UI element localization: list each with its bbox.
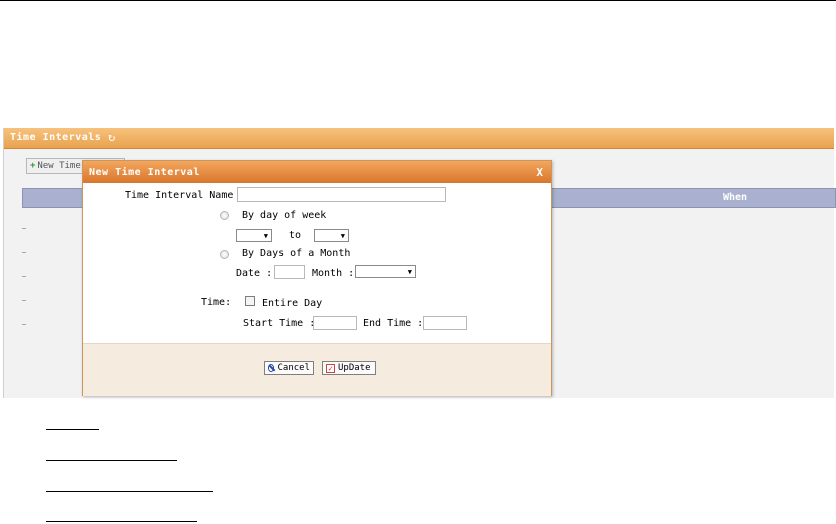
- by-days-of-month-radio[interactable]: [220, 250, 229, 259]
- new-button-label: New Time: [37, 161, 81, 171]
- month-select[interactable]: ▼: [355, 265, 416, 278]
- plus-icon: +: [30, 161, 36, 171]
- new-time-interval-dialog: New Time Interval X Time Interval Name :…: [82, 160, 552, 396]
- start-time-label: Start Time :: [243, 318, 316, 329]
- link-underline[interactable]: [46, 429, 99, 430]
- dialog-footer: Cancel ✓ UpDate: [83, 343, 551, 396]
- dialog-header: New Time Interval X: [83, 161, 551, 183]
- weekday-to-select[interactable]: ▼: [314, 229, 349, 242]
- dialog-title: New Time Interval: [89, 167, 200, 178]
- close-icon[interactable]: X: [536, 166, 543, 179]
- by-day-of-week-label: By day of week: [242, 210, 327, 221]
- weekday-from-select[interactable]: ▼: [236, 229, 272, 242]
- column-when: When: [723, 192, 748, 203]
- refresh-icon[interactable]: ↻: [108, 130, 115, 144]
- entire-day-checkbox[interactable]: [245, 296, 255, 306]
- end-time-label: End Time :: [363, 318, 424, 329]
- panel-header: Time Intervals ↻: [4, 128, 834, 149]
- to-label: to: [289, 230, 302, 241]
- end-time-input[interactable]: [423, 316, 467, 330]
- update-button-label: UpDate: [338, 363, 371, 373]
- cancel-icon: [268, 364, 275, 372]
- grid-row-divider: [22, 276, 26, 277]
- month-label: Month :: [312, 268, 355, 279]
- link-underline[interactable]: [46, 521, 197, 522]
- by-day-of-week-radio[interactable]: [220, 211, 229, 220]
- cancel-button[interactable]: Cancel: [264, 361, 314, 375]
- grid-row-divider: [22, 300, 26, 301]
- grid-row-divider: [22, 252, 26, 253]
- by-days-of-month-label: By Days of a Month: [242, 248, 351, 259]
- date-label: Date :: [236, 268, 273, 279]
- interval-name-input[interactable]: [237, 187, 446, 202]
- grid-row-divider: [22, 324, 26, 325]
- entire-day-label: Entire Day: [262, 298, 323, 309]
- top-rule: [0, 0, 836, 1]
- time-label: Time:: [201, 297, 232, 308]
- chevron-down-icon: ▼: [263, 232, 268, 240]
- update-button[interactable]: ✓ UpDate: [322, 361, 376, 375]
- panel-title: Time Intervals: [10, 132, 102, 143]
- link-underline[interactable]: [46, 460, 177, 461]
- cancel-button-label: Cancel: [277, 363, 310, 373]
- date-input[interactable]: [274, 265, 305, 279]
- chevron-down-icon: ▼: [340, 232, 345, 240]
- chevron-down-icon: ▼: [407, 268, 412, 276]
- check-icon: ✓: [326, 363, 335, 373]
- start-time-input[interactable]: [313, 316, 357, 330]
- grid-row-divider: [22, 228, 26, 229]
- name-label: Time Interval Name :: [125, 190, 246, 201]
- link-underline[interactable]: [46, 491, 213, 492]
